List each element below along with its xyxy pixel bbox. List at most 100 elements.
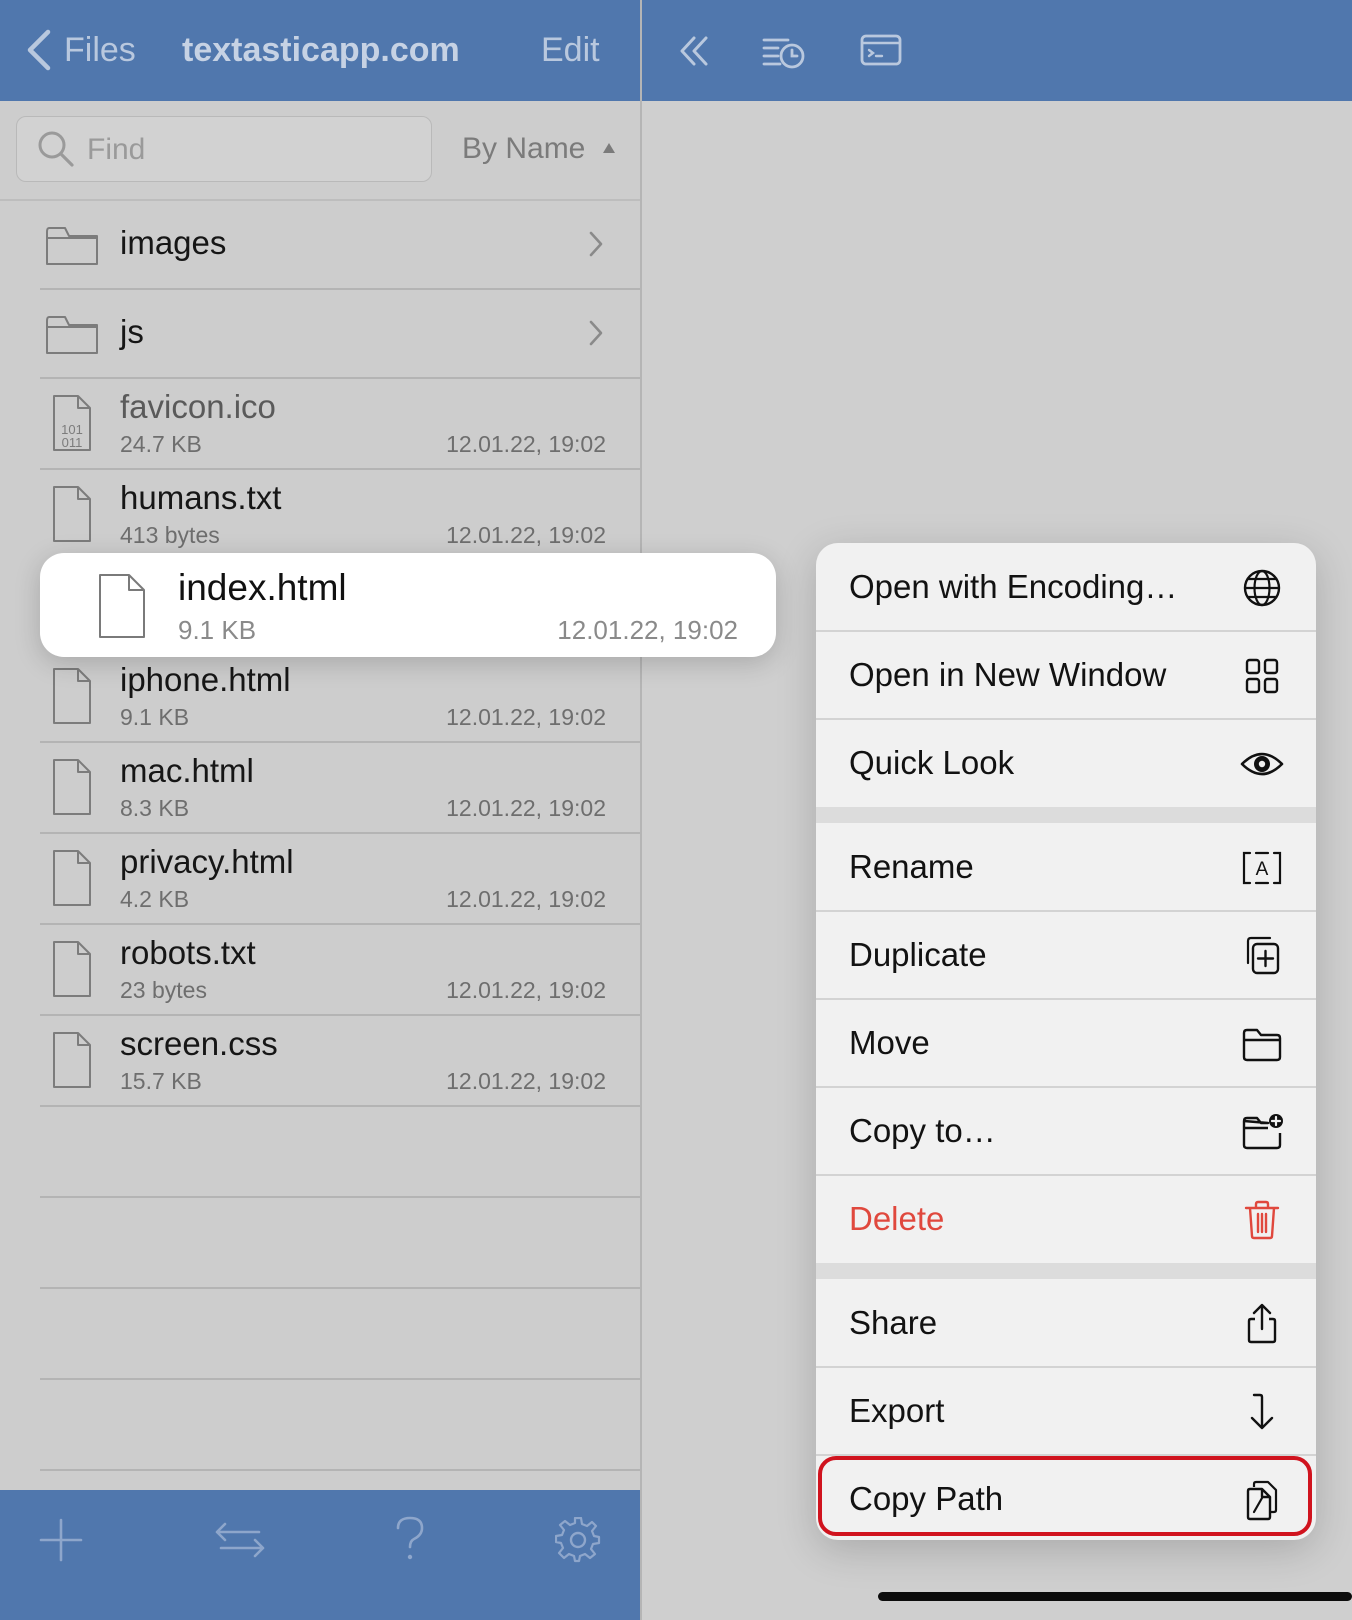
edit-button[interactable]: Edit [541, 30, 600, 70]
terminal-icon[interactable] [860, 34, 902, 66]
list-separator [40, 1378, 640, 1380]
help-icon[interactable] [395, 1516, 425, 1562]
menu-item-open-with-encoding[interactable]: Open with Encoding… [816, 543, 1316, 631]
menu-item-move[interactable]: Move [816, 999, 1316, 1087]
search-input[interactable] [85, 129, 409, 171]
menu-item-quick-look[interactable]: Quick Look [816, 719, 1316, 807]
list-item-folder-js[interactable]: js [0, 289, 640, 377]
file-name: privacy.html [120, 843, 294, 880]
file-size: 9.1 KB [178, 615, 257, 645]
file-size: 15.7 KB [120, 1068, 202, 1094]
list-item-file[interactable]: mac.html 8.3 KB 12.01.22, 19:02 [0, 742, 640, 832]
menu-item-label: Move [849, 1024, 930, 1061]
sort-button[interactable]: By Name [462, 132, 616, 166]
menu-item-copy-to[interactable]: Copy to… [816, 1087, 1316, 1175]
list-item-file[interactable]: iphone.html 9.1 KB 12.01.22, 19:02 [0, 651, 640, 741]
file-name: index.html [178, 567, 347, 608]
menu-item-label: Rename [849, 848, 974, 885]
menu-item-label: Open with Encoding… [849, 568, 1178, 605]
file-icon [53, 486, 91, 542]
file-date: 12.01.22, 19:02 [446, 704, 606, 730]
folder-icon [46, 227, 98, 265]
eye-icon [1240, 752, 1284, 776]
file-name: screen.css [120, 1025, 278, 1062]
chevron-right-icon [589, 320, 603, 346]
file-date: 12.01.22, 19:02 [557, 615, 738, 645]
menu-item-duplicate[interactable]: Duplicate [816, 911, 1316, 999]
folder-name: images [120, 224, 227, 261]
svg-text:011: 011 [62, 435, 83, 450]
grid-icon [1245, 658, 1279, 694]
file-size: 23 bytes [120, 977, 207, 1003]
globe-icon [1243, 569, 1281, 607]
home-indicator [878, 1592, 1352, 1601]
chevron-left-icon [27, 29, 51, 71]
file-size: 413 bytes [120, 522, 220, 548]
menu-item-export[interactable]: Export [816, 1367, 1316, 1455]
list-item-file[interactable]: humans.txt 413 bytes 12.01.22, 19:02 [0, 469, 640, 559]
menu-item-label: Copy to… [849, 1112, 996, 1149]
file-date: 12.01.22, 19:02 [446, 522, 606, 548]
folder-icon [46, 316, 98, 354]
menu-item-share[interactable]: Share [816, 1279, 1316, 1367]
panel-divider [640, 0, 642, 1620]
menu-item-rename[interactable]: Rename A [816, 823, 1316, 911]
file-icon [53, 850, 91, 906]
menu-item-label: Share [849, 1304, 938, 1341]
back-button[interactable]: Files [22, 26, 142, 74]
file-size: 8.3 KB [120, 795, 190, 821]
file-icon [99, 574, 145, 638]
share-icon [1247, 1303, 1277, 1344]
file-name: mac.html [120, 752, 254, 789]
recent-files-icon[interactable] [762, 34, 806, 70]
menu-item-open-in-new-window[interactable]: Open in New Window [816, 631, 1316, 719]
add-icon[interactable] [39, 1518, 83, 1562]
file-icon [53, 759, 91, 815]
menu-item-delete[interactable]: Delete [816, 1175, 1316, 1263]
copy-path-highlight [818, 1456, 1312, 1536]
folder-plus-icon [1242, 1114, 1283, 1150]
list-item-folder-images[interactable]: images [0, 200, 640, 288]
list-item-file[interactable]: privacy.html 4.2 KB 12.01.22, 19:02 [0, 833, 640, 923]
back-label: Files [64, 31, 136, 69]
menu-item-label: Export [849, 1392, 945, 1429]
file-date: 12.01.22, 19:02 [446, 1068, 606, 1094]
list-separator [40, 1196, 640, 1198]
binary-file-icon: 101 011 [53, 395, 91, 451]
navigation-bar: Files textasticapp.com Edit [0, 0, 640, 101]
file-icon [53, 941, 91, 997]
file-icon [53, 1032, 91, 1088]
list-separator [40, 1105, 640, 1107]
file-date: 12.01.22, 19:02 [446, 977, 606, 1003]
chevron-right-icon [589, 231, 603, 257]
menu-group-gap [816, 807, 1316, 823]
context-menu-preview[interactable]: index.html 9.1 KB 12.01.22, 19:02 [40, 553, 776, 657]
folder-icon [1242, 1028, 1282, 1062]
context-menu: Open with Encoding… Open in New Window Q… [816, 543, 1316, 1540]
gear-icon[interactable] [555, 1517, 601, 1563]
list-item-file[interactable]: robots.txt 23 bytes 12.01.22, 19:02 [0, 924, 640, 1014]
collapse-sidebar-icon[interactable] [678, 34, 710, 68]
list-item-file[interactable]: screen.css 15.7 KB 12.01.22, 19:02 [0, 1015, 640, 1105]
rename-icon: A [1242, 851, 1282, 885]
trash-icon [1244, 1200, 1280, 1240]
list-separator [40, 1287, 640, 1289]
list-item-file[interactable]: 101 011 favicon.ico 24.7 KB 12.01.22, 19… [0, 378, 640, 468]
file-icon [53, 668, 91, 724]
menu-group-gap [816, 1263, 1316, 1279]
file-size: 9.1 KB [120, 704, 190, 730]
svg-text:A: A [1256, 859, 1269, 880]
menu-item-label: Delete [849, 1200, 945, 1237]
file-name: favicon.ico [120, 388, 276, 425]
file-date: 12.01.22, 19:02 [446, 431, 606, 457]
file-size: 24.7 KB [120, 431, 202, 457]
editor-toolbar [642, 0, 1352, 101]
file-size: 4.2 KB [120, 886, 190, 912]
file-name: robots.txt [120, 934, 256, 971]
menu-item-label: Duplicate [849, 936, 987, 973]
export-arrow-icon [1250, 1393, 1274, 1430]
file-name: iphone.html [120, 661, 291, 698]
file-date: 12.01.22, 19:02 [446, 886, 606, 912]
search-field[interactable] [16, 116, 432, 182]
sync-transfer-icon[interactable] [213, 1522, 267, 1558]
